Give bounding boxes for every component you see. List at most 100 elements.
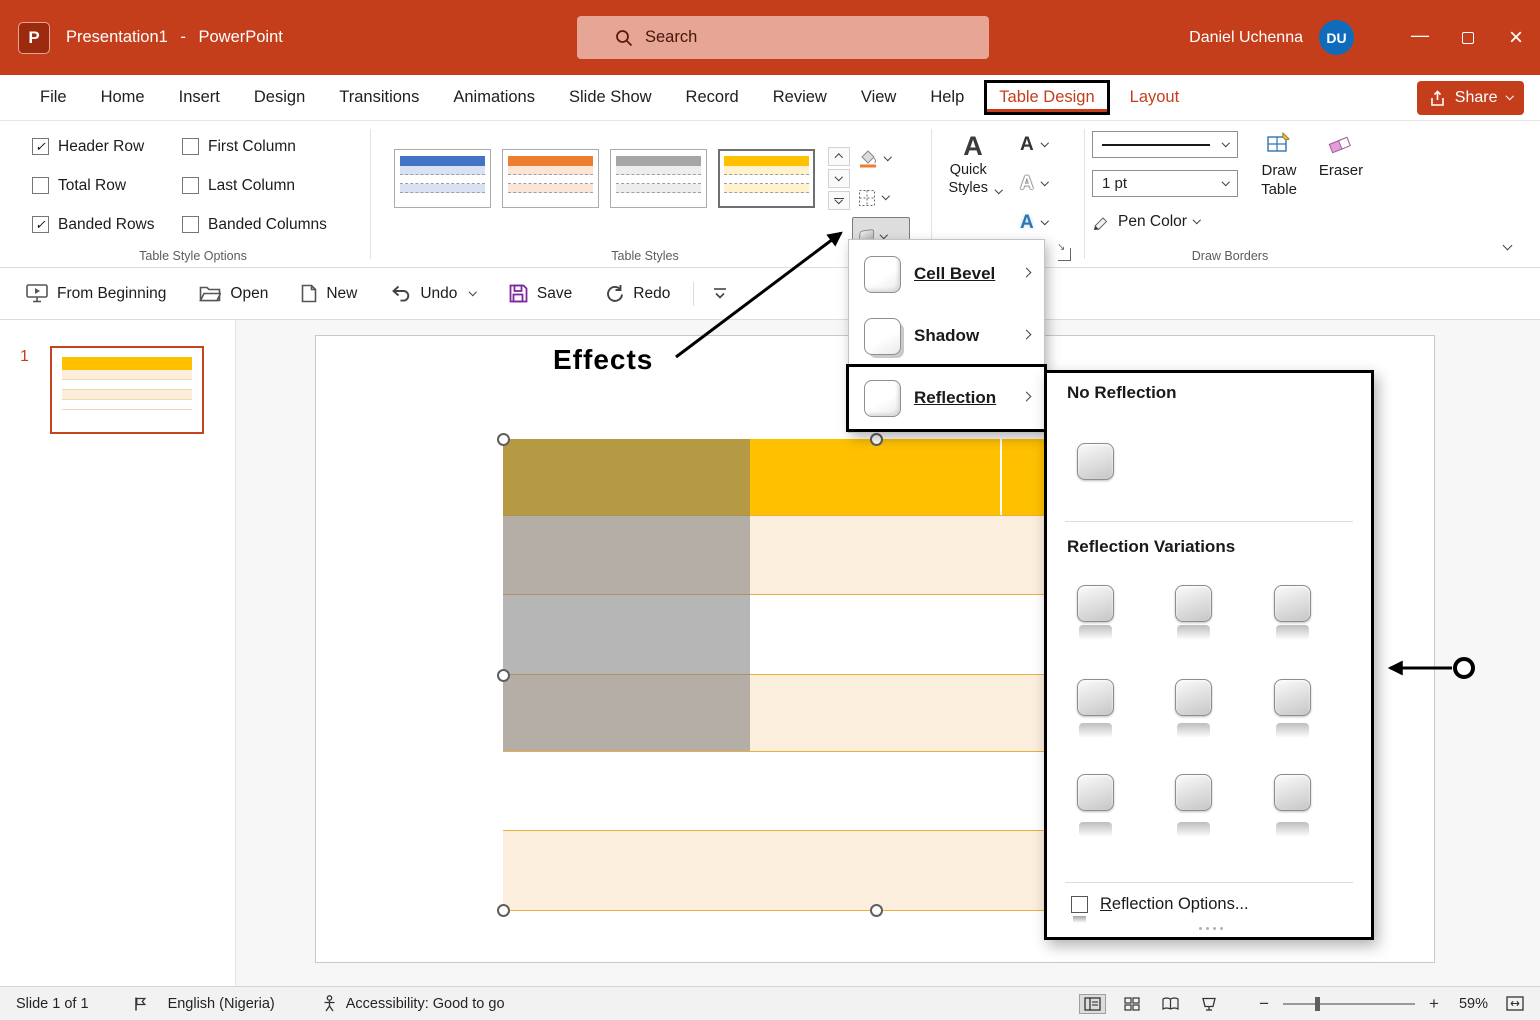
reflection-options-button[interactable]: Reflection Options... — [1071, 895, 1249, 914]
wordart-dialog-launcher[interactable] — [1058, 248, 1071, 261]
zoom-out-button[interactable]: − — [1259, 994, 1269, 1014]
tab-help[interactable]: Help — [916, 81, 978, 114]
menu-item-shadow[interactable]: Shadow — [849, 305, 1044, 367]
tab-animations[interactable]: Animations — [439, 81, 549, 114]
user-name[interactable]: Daniel Uchenna — [1189, 29, 1303, 47]
pen-style-dropdown[interactable] — [1092, 131, 1238, 158]
maximize-button[interactable] — [1444, 0, 1492, 75]
checkbox-total-row[interactable]: Total Row — [32, 166, 155, 205]
collapse-ribbon-button[interactable] — [1494, 237, 1520, 257]
reflection-variation-3[interactable] — [1274, 585, 1312, 647]
menu-item-cell-bevel[interactable]: Cell Bevel — [849, 243, 1044, 305]
language-status[interactable]: English (Nigeria) — [168, 996, 275, 1012]
tab-insert[interactable]: Insert — [165, 81, 234, 114]
pen-weight-dropdown[interactable]: 1 pt — [1092, 170, 1238, 197]
undo-dropdown[interactable] — [469, 288, 477, 296]
slide-thumbnail[interactable] — [50, 346, 204, 434]
powerpoint-logo-icon[interactable]: P — [18, 22, 50, 54]
pen-color-button[interactable]: Pen Color — [1092, 213, 1199, 231]
reflection-variation-1[interactable] — [1077, 585, 1115, 647]
flag-icon[interactable] — [133, 996, 148, 1012]
accessibility-status[interactable]: Accessibility: Good to go — [346, 996, 505, 1012]
redo-button[interactable]: Redo — [605, 284, 670, 303]
table-style-yellow-selected[interactable] — [718, 149, 815, 208]
minimize-button[interactable]: — — [1396, 0, 1444, 75]
menu-item-reflection[interactable]: Reflection — [849, 367, 1044, 429]
eraser-button[interactable]: Eraser — [1312, 131, 1370, 180]
from-beginning-button[interactable]: From Beginning — [26, 284, 166, 303]
open-button[interactable]: Open — [199, 285, 268, 303]
group-label: Draw Borders — [1092, 249, 1368, 263]
reflection-variation-5[interactable] — [1175, 679, 1213, 741]
normal-view-button[interactable] — [1079, 994, 1106, 1014]
tab-home[interactable]: Home — [87, 81, 159, 114]
zoom-slider-thumb[interactable] — [1315, 997, 1320, 1011]
pen-weight-value: 1 pt — [1102, 175, 1127, 192]
selection-handle-top-left[interactable] — [497, 433, 510, 446]
quick-styles-button[interactable]: A Quick Styles — [940, 131, 1006, 197]
zoom-slider[interactable] — [1283, 1003, 1415, 1005]
reflection-variation-2[interactable] — [1175, 585, 1213, 647]
reflection-variation-6[interactable] — [1274, 679, 1312, 741]
text-effects-icon: A — [1020, 212, 1034, 234]
fit-slide-button[interactable] — [1502, 994, 1528, 1013]
search-input[interactable]: Search — [577, 16, 989, 59]
slide-sorter-view-button[interactable] — [1120, 995, 1144, 1013]
tab-review[interactable]: Review — [759, 81, 841, 114]
text-outline-button[interactable]: A — [1012, 164, 1047, 203]
borders-button[interactable] — [852, 178, 910, 217]
zoom-in-button[interactable]: + — [1429, 994, 1439, 1014]
undo-button[interactable]: Undo — [390, 285, 457, 303]
close-button[interactable]: × — [1492, 0, 1540, 75]
new-button[interactable]: New — [301, 284, 357, 303]
table-style-blue[interactable] — [394, 149, 491, 208]
checkbox-banded-columns[interactable]: Banded Columns — [182, 205, 327, 244]
tab-record[interactable]: Record — [672, 81, 753, 114]
avatar[interactable]: DU — [1319, 20, 1354, 55]
tab-design[interactable]: Design — [240, 81, 319, 114]
tab-slide-show[interactable]: Slide Show — [555, 81, 666, 114]
table-style-gray[interactable] — [610, 149, 707, 208]
checkbox-banded-rows[interactable]: ✓ Banded Rows — [32, 205, 155, 244]
customize-qat-button[interactable] — [713, 287, 727, 300]
tab-layout[interactable]: Layout — [1116, 81, 1194, 114]
tab-transitions[interactable]: Transitions — [325, 81, 433, 114]
selection-handle-mid-left[interactable] — [497, 669, 510, 682]
text-effects-button[interactable]: A — [1012, 203, 1047, 242]
share-button[interactable]: Share — [1417, 81, 1524, 115]
no-reflection-heading: No Reflection — [1067, 383, 1177, 403]
search-icon — [615, 29, 633, 47]
selection-handle-bottom-left[interactable] — [497, 904, 510, 917]
save-button[interactable]: Save — [509, 284, 572, 303]
table-styles-scroll-down-button[interactable] — [828, 169, 850, 188]
selection-handle-bottom-mid[interactable] — [870, 904, 883, 917]
draw-table-button[interactable]: Draw Table — [1250, 131, 1308, 199]
chevron-down-icon — [882, 192, 890, 200]
table-style-orange[interactable] — [502, 149, 599, 208]
slideshow-view-button[interactable] — [1197, 995, 1221, 1013]
title-bar: P Presentation1 - PowerPoint Search Dani… — [0, 0, 1540, 75]
reflection-variation-4[interactable] — [1077, 679, 1115, 741]
slide-table[interactable] — [503, 439, 1044, 911]
chevron-down-icon — [880, 231, 888, 239]
table-styles-more-button[interactable] — [828, 191, 850, 210]
reflection-variation-8[interactable] — [1175, 774, 1213, 836]
reflection-variation-9[interactable] — [1274, 774, 1312, 836]
status-bar: Slide 1 of 1 English (Nigeria) Accessibi… — [0, 986, 1540, 1020]
reflection-variation-7[interactable] — [1077, 774, 1115, 836]
reading-view-button[interactable] — [1158, 995, 1183, 1013]
tab-table-design[interactable]: Table Design — [984, 80, 1109, 115]
swatch-header — [616, 156, 701, 166]
chevron-down-icon — [884, 153, 892, 161]
shading-button[interactable] — [852, 139, 910, 178]
checkbox-header-row[interactable]: ✓ Header Row — [32, 127, 155, 166]
no-reflection-option[interactable] — [1077, 443, 1115, 505]
checkbox-last-column[interactable]: Last Column — [182, 166, 327, 205]
tab-file[interactable]: File — [26, 81, 81, 114]
checkbox-first-column[interactable]: First Column — [182, 127, 327, 166]
text-fill-button[interactable]: A — [1012, 125, 1047, 164]
zoom-level[interactable]: 59% — [1459, 996, 1488, 1012]
table-styles-scroll-up-button[interactable] — [828, 147, 850, 166]
selection-handle-top-mid[interactable] — [870, 433, 883, 446]
tab-view[interactable]: View — [847, 81, 910, 114]
